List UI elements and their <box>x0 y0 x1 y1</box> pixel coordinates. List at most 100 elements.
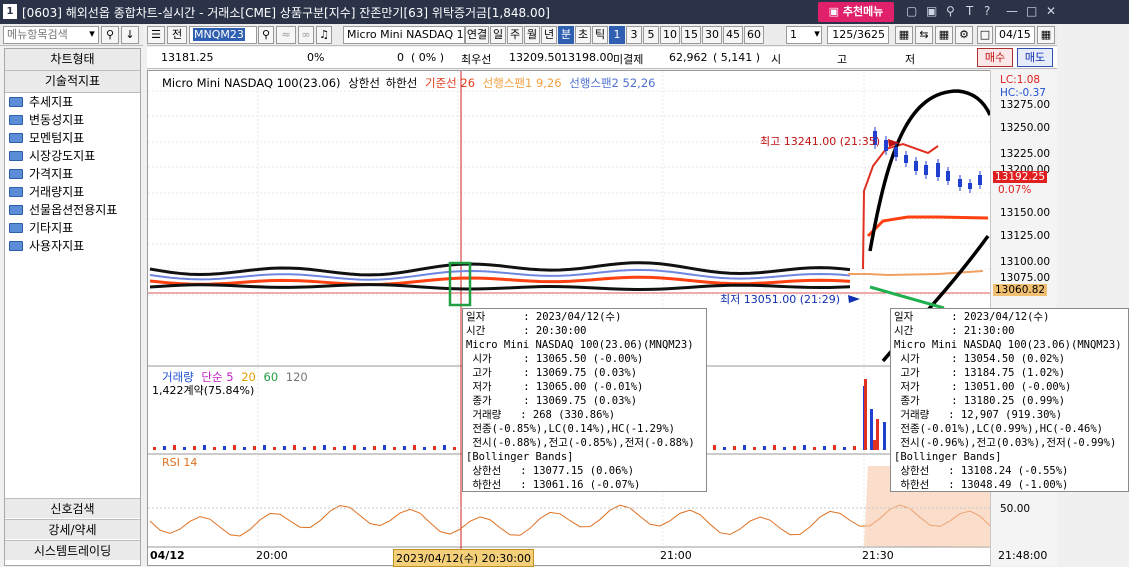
period-button[interactable]: 분 <box>558 26 574 44</box>
period-button[interactable]: 연결 <box>465 26 489 44</box>
volume-bar <box>303 447 306 450</box>
tooltip-line: 종가 : 13069.75 (0.03%) <box>466 395 638 407</box>
indicator-folder-item[interactable]: 가격지표 <box>5 165 140 183</box>
volume-bar <box>733 446 736 450</box>
period-button[interactable]: 1 <box>609 26 625 44</box>
hc-label: HC:-0.37 <box>1000 87 1046 99</box>
calendar-icon[interactable]: ▦ <box>1037 26 1055 44</box>
indicator-folder-item[interactable]: 선물옵션전용지표 <box>5 201 140 219</box>
period-button[interactable]: 30 <box>702 26 722 44</box>
recommend-menu-button[interactable]: ▣ 추천메뉴 <box>818 2 894 22</box>
scope-button[interactable]: 전 <box>167 26 187 44</box>
lc-label: LC:1.08 <box>1000 74 1041 86</box>
volume-bar <box>183 447 186 450</box>
folder-icon <box>9 223 23 233</box>
search-icon[interactable]: ⚲ <box>101 26 119 44</box>
legend-series: Micro Mini NASDAQ 100(23.06) <box>162 76 341 90</box>
sidebar-bottom-button[interactable]: 신호검색 <box>5 498 140 518</box>
volume-bar <box>876 419 879 450</box>
pin-icon[interactable]: ⚲ <box>946 4 955 19</box>
indicator-sidebar: 차트형태 기술적지표 추세지표 변동성지표 모멘텀지표 시장강도지표 가격지표 거래량지표… <box>4 48 141 566</box>
symbol-code-input[interactable]: MNQM23 <box>189 26 257 44</box>
indicator-folder-item[interactable]: 시장강도지표 <box>5 147 140 165</box>
buy-button[interactable]: 매수 <box>977 48 1013 67</box>
period-button[interactable]: 10 <box>660 26 680 44</box>
indicator-folder-item[interactable]: 변동성지표 <box>5 111 140 129</box>
restore-icon[interactable]: □ <box>1026 4 1037 19</box>
tooltip-line: 고가 : 13069.75 (0.03%) <box>466 367 638 379</box>
help-icon[interactable]: ? <box>984 4 990 19</box>
date-checkbox[interactable]: □ <box>977 26 993 44</box>
window-number: 1 <box>3 4 17 19</box>
font-icon[interactable]: T <box>966 4 973 19</box>
folder-icon <box>9 151 23 161</box>
volume-bar <box>713 445 716 450</box>
period-button[interactable]: 월 <box>524 26 540 44</box>
volume-bar <box>233 445 236 450</box>
tooltip-line: 시가 : 13054.50 (0.02%) <box>894 353 1066 365</box>
tooltip-line: 하한선 : 13061.16 (-0.07%) <box>466 479 641 491</box>
list-icon[interactable]: ☰ <box>147 26 165 44</box>
indicator-folder-item[interactable]: 기타지표 <box>5 219 140 237</box>
change-percent: 0% <box>307 51 325 64</box>
span1-line <box>848 270 984 277</box>
period-button[interactable]: 초 <box>575 26 591 44</box>
period-button[interactable]: 60 <box>744 26 764 44</box>
link-icon[interactable]: ∞ <box>298 26 314 44</box>
tooltip-line: 전종(-0.01%),LC(0.99%),HC(-0.46%) <box>894 423 1103 435</box>
period-button[interactable]: 3 <box>626 26 642 44</box>
settings-icon[interactable]: ⚙ <box>955 26 973 44</box>
minimize-icon[interactable]: — <box>1006 4 1018 19</box>
legend-span1: 선행스팬1 9,26 <box>482 76 562 90</box>
volume-bar <box>223 446 226 450</box>
volume-bar <box>313 446 316 450</box>
volume-bar <box>163 446 166 450</box>
close-icon[interactable]: ✕ <box>1046 4 1056 19</box>
indicator-folder-item[interactable]: 모멘텀지표 <box>5 129 140 147</box>
open-label: 시 <box>771 53 782 66</box>
indicator-folder-item[interactable]: 추세지표 <box>5 93 140 111</box>
sound-icon[interactable]: ♫ <box>316 26 332 44</box>
data-count-field[interactable]: 125/3625 <box>827 26 889 44</box>
x-label-2100: 21:00 <box>660 549 692 562</box>
price-axis-label: 13150.00 <box>1000 207 1051 219</box>
technical-indicator-header[interactable]: 기술적지표 <box>5 71 140 93</box>
period-button[interactable]: 주 <box>507 26 523 44</box>
unsettled-value: 62,962 <box>669 51 708 64</box>
layout-icon[interactable]: ▢ <box>906 4 917 19</box>
candle-body <box>968 183 972 189</box>
sidebar-bottom-button[interactable]: 시스템트레이딩 <box>5 540 140 560</box>
symbol-search-icon[interactable]: ⚲ <box>258 26 274 44</box>
volume-bar <box>453 447 456 450</box>
date-field[interactable]: 04/15 <box>995 26 1035 44</box>
candle-body <box>884 140 888 151</box>
current-price-tag: 13192.25 <box>993 171 1048 183</box>
down-arrow-icon[interactable]: ↓ <box>121 26 139 44</box>
period-button[interactable]: 일 <box>490 26 506 44</box>
indicator-folder-item[interactable]: 사용자지표 <box>5 237 140 255</box>
chart-type-header[interactable]: 차트형태 <box>5 49 140 71</box>
period-button[interactable]: 15 <box>681 26 701 44</box>
volume-bar <box>433 446 436 450</box>
dropdown-arrow-icon[interactable]: ▾ <box>85 26 99 44</box>
candle-body <box>978 175 982 185</box>
candle-body <box>894 147 898 157</box>
indicator-folder-item[interactable]: 거래량지표 <box>5 183 140 201</box>
sidebar-bottom-button[interactable]: 강세/약세 <box>5 519 140 539</box>
period-button[interactable]: 년 <box>541 26 557 44</box>
grid-icon[interactable]: ▦ <box>935 26 953 44</box>
unit-dropdown-icon[interactable]: ▾ <box>811 26 823 44</box>
candle-body <box>924 165 928 175</box>
save-icon[interactable]: ▣ <box>926 4 937 19</box>
period-button[interactable]: 5 <box>643 26 659 44</box>
compare-icon[interactable]: ⇆ <box>915 26 933 44</box>
zoom-icon[interactable]: ▦ <box>895 26 913 44</box>
period-button[interactable]: 틱 <box>592 26 608 44</box>
chart-type-icon[interactable]: ≈ <box>276 26 296 44</box>
sell-button[interactable]: 매도 <box>1017 48 1053 67</box>
best-bid: 13198.00 <box>561 51 614 64</box>
menu-search-bar: 메뉴항목검색 ▾ ⚲ ↓ <box>0 24 143 46</box>
volume-bar <box>403 446 406 450</box>
volume-bar <box>723 447 726 450</box>
period-button[interactable]: 45 <box>723 26 743 44</box>
